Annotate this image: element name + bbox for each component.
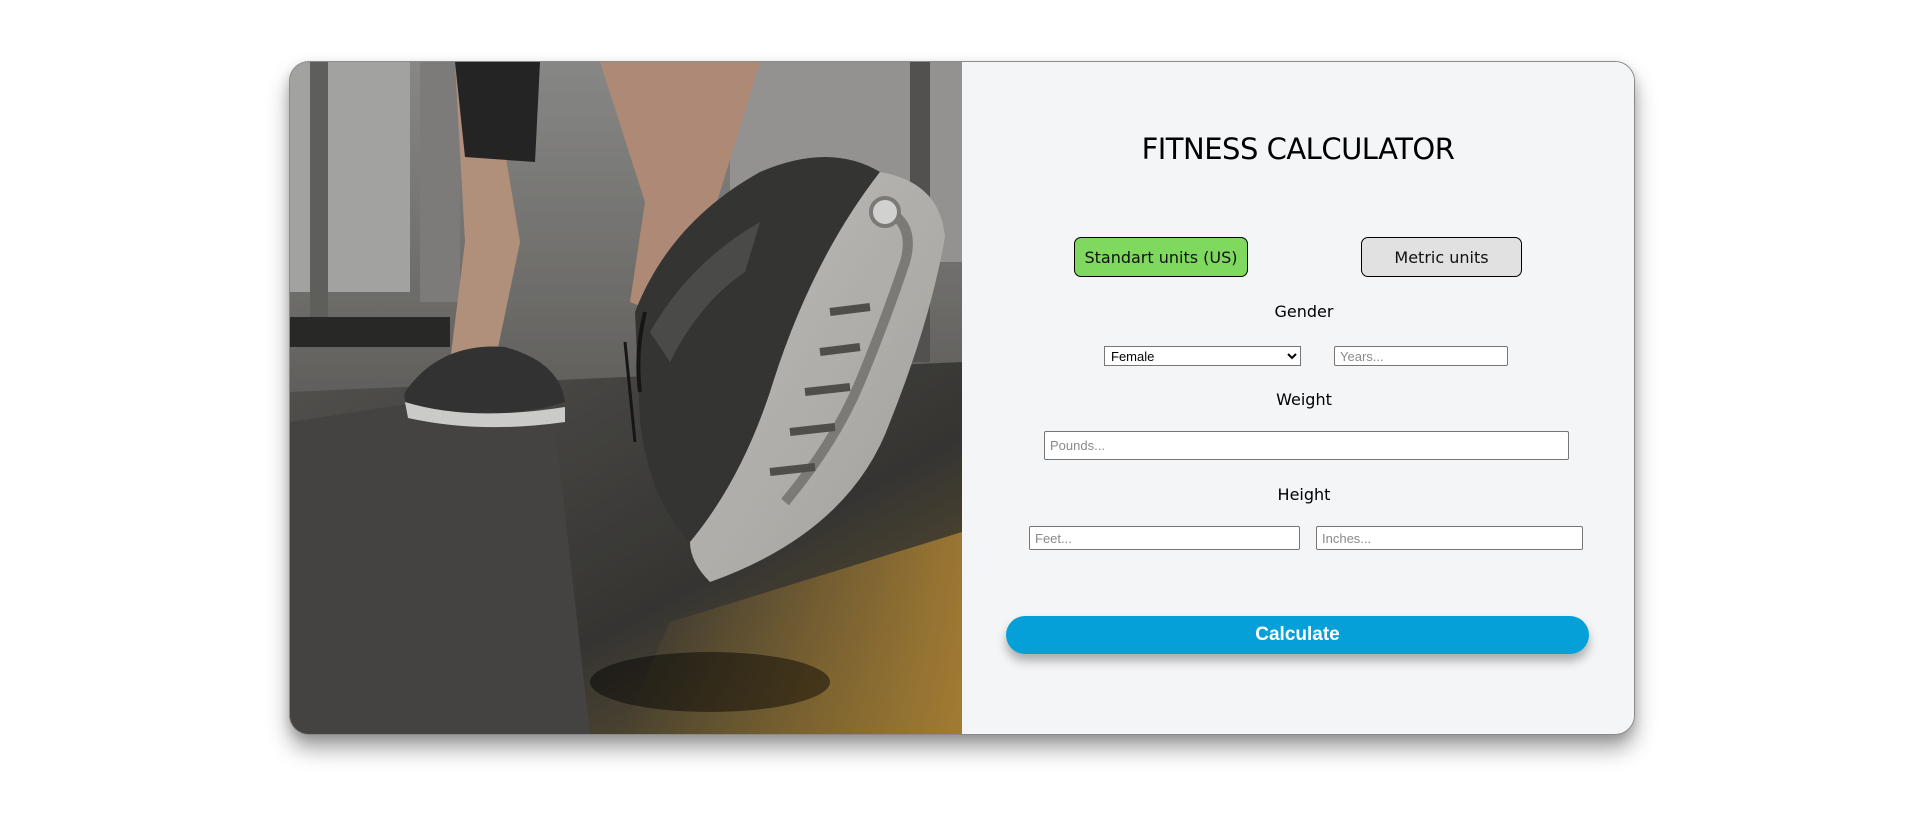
height-inches-input[interactable] — [1316, 526, 1583, 550]
gender-label: Gender — [1274, 302, 1334, 321]
metric-units-button[interactable]: Metric units — [1361, 237, 1522, 277]
standard-units-button[interactable]: Standart units (US) — [1074, 237, 1248, 277]
hero-photo — [290, 62, 962, 734]
weight-label: Weight — [1276, 390, 1332, 409]
age-input[interactable] — [1334, 346, 1508, 366]
running-shoe-image — [290, 62, 962, 734]
calculate-button[interactable]: Calculate — [1006, 616, 1589, 654]
page-title: FITNESS CALCULATOR — [1141, 132, 1455, 166]
height-label: Height — [1277, 485, 1331, 504]
calculator-panel: FITNESS CALCULATOR Standart units (US) M… — [962, 62, 1634, 734]
gender-select[interactable]: Female — [1104, 346, 1301, 366]
fitness-calculator-card: FITNESS CALCULATOR Standart units (US) M… — [289, 61, 1635, 735]
height-feet-input[interactable] — [1029, 526, 1300, 550]
weight-input[interactable] — [1044, 431, 1569, 460]
